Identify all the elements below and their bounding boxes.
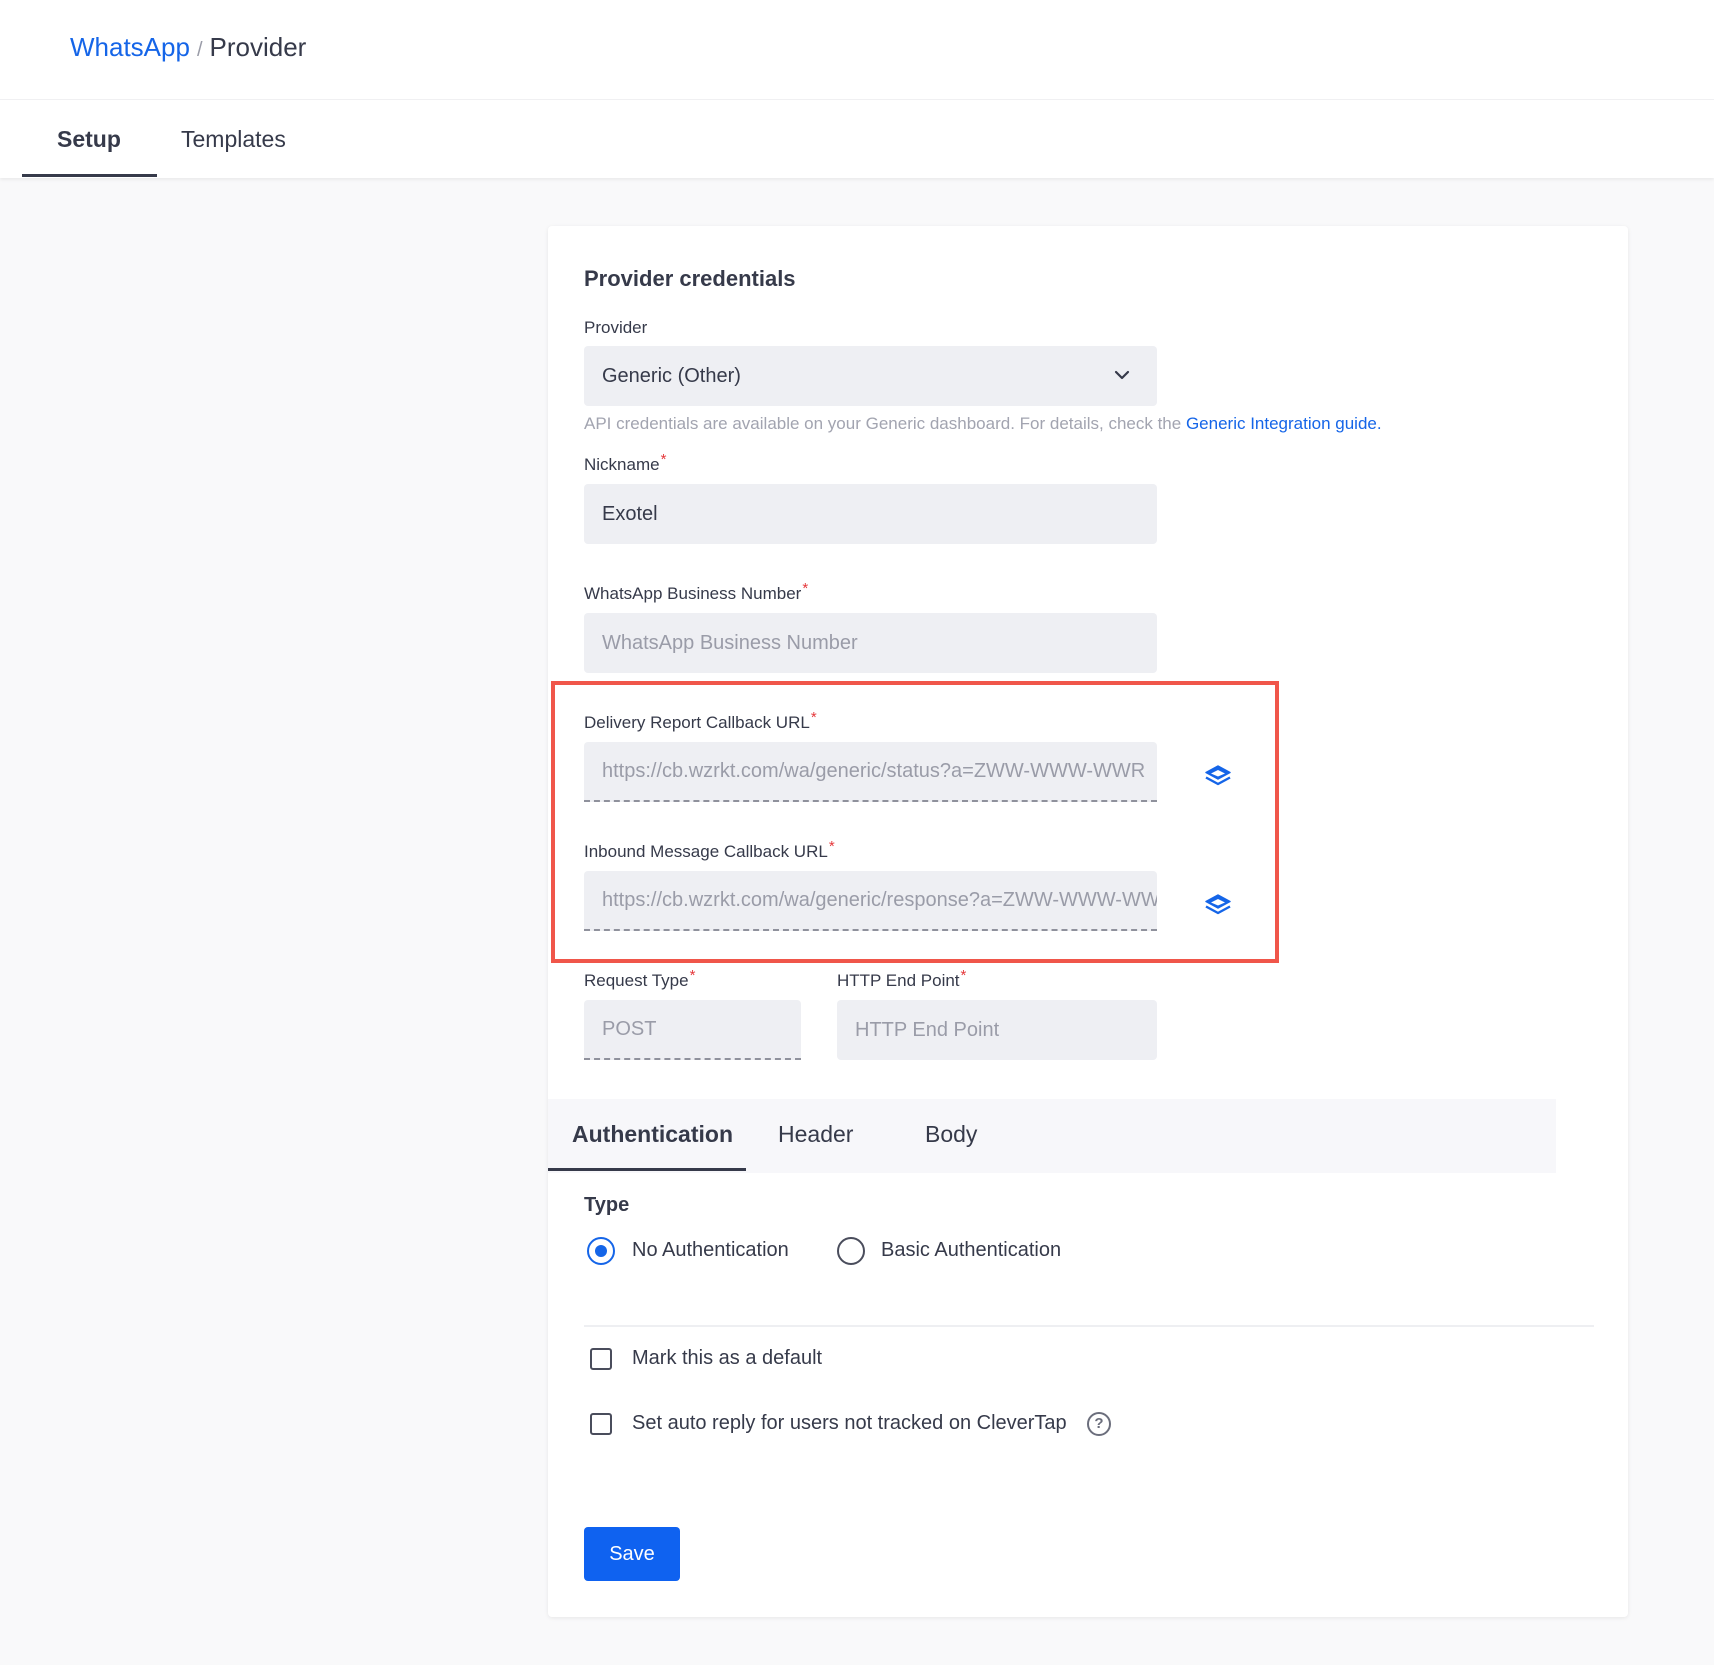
http-endpoint-input[interactable]: HTTP End Point [837,1000,1157,1060]
required-asterisk: * [828,838,835,855]
nickname-label-text: Nickname [584,455,660,474]
basic-authentication-label[interactable]: Basic Authentication [881,1239,1061,1262]
inbound-url-value: https://cb.wzrkt.com/wa/generic/response… [602,888,1157,911]
save-button[interactable]: Save [584,1527,680,1581]
auth-type-label: Type [584,1194,630,1216]
nickname-value: Exotel [602,502,658,525]
section-divider [584,1325,1594,1327]
subtab-body[interactable]: Body [925,1121,977,1148]
request-type-field[interactable]: POST [584,1000,801,1060]
auto-reply-label[interactable]: Set auto reply for users not tracked on … [632,1412,1067,1435]
breadcrumb-separator: / [196,39,203,61]
http-endpoint-label-text: HTTP End Point [837,971,960,990]
nickname-label: Nickname* [584,451,666,475]
mark-default-label[interactable]: Mark this as a default [632,1347,822,1370]
inbound-url-label: Inbound Message Callback URL* [584,838,835,862]
request-type-label-text: Request Type [584,971,689,990]
section-title: Provider credentials [584,266,796,291]
basic-authentication-radio[interactable] [837,1237,865,1265]
delivery-url-value: https://cb.wzrkt.com/wa/generic/status?a… [602,759,1146,782]
auth-subtabs: Authentication Header Body [548,1099,1556,1173]
subtab-authentication[interactable]: Authentication [572,1121,733,1148]
provider-label: Provider [584,318,648,337]
tab-active-underline [22,174,157,177]
breadcrumb-current: Provider [209,32,307,62]
auto-reply-checkbox[interactable] [590,1413,612,1435]
business-number-input[interactable]: WhatsApp Business Number [584,613,1157,673]
delivery-url-label-text: Delivery Report Callback URL [584,713,810,732]
tab-setup[interactable]: Setup [57,126,121,153]
request-type-label: Request Type* [584,967,695,991]
required-asterisk: * [660,451,667,468]
mark-default-checkbox[interactable] [590,1348,612,1370]
tab-templates[interactable]: Templates [181,126,286,153]
http-endpoint-placeholder: HTTP End Point [855,1018,1000,1041]
provider-helper-text: API credentials are available on your Ge… [584,414,1382,434]
no-authentication-radio[interactable] [587,1237,615,1265]
delivery-url-label: Delivery Report Callback URL* [584,709,817,733]
no-authentication-label[interactable]: No Authentication [632,1239,789,1262]
help-circle-icon[interactable]: ? [1087,1412,1111,1436]
nickname-input[interactable]: Exotel [584,484,1157,544]
inbound-url-label-text: Inbound Message Callback URL [584,842,828,861]
chevron-down-icon [1114,370,1130,380]
copy-icon[interactable] [1204,892,1232,920]
business-number-label-text: WhatsApp Business Number [584,584,802,603]
subtab-header[interactable]: Header [778,1121,853,1148]
inbound-url-field[interactable]: https://cb.wzrkt.com/wa/generic/response… [584,871,1157,931]
page-tabs: Setup Templates [0,100,1714,178]
required-asterisk: * [802,580,809,597]
provider-select-value: Generic (Other) [602,364,741,387]
business-number-label: WhatsApp Business Number* [584,580,808,604]
top-bar: WhatsApp / Provider [0,0,1714,100]
http-endpoint-label: HTTP End Point* [837,967,966,991]
helper-text: API credentials are available on your Ge… [584,414,1186,433]
breadcrumb-whatsapp-link[interactable]: WhatsApp [70,32,190,62]
copy-icon[interactable] [1204,763,1232,791]
required-asterisk: * [689,967,696,984]
required-asterisk: * [960,967,967,984]
subtab-active-underline [548,1168,746,1171]
delivery-url-field[interactable]: https://cb.wzrkt.com/wa/generic/status?a… [584,742,1157,802]
provider-select[interactable]: Generic (Other) [584,346,1157,406]
business-number-placeholder: WhatsApp Business Number [602,631,858,654]
required-asterisk: * [810,709,817,726]
integration-guide-link[interactable]: Generic Integration guide. [1186,414,1382,433]
request-type-value: POST [602,1017,657,1040]
breadcrumb: WhatsApp / Provider [70,32,306,63]
